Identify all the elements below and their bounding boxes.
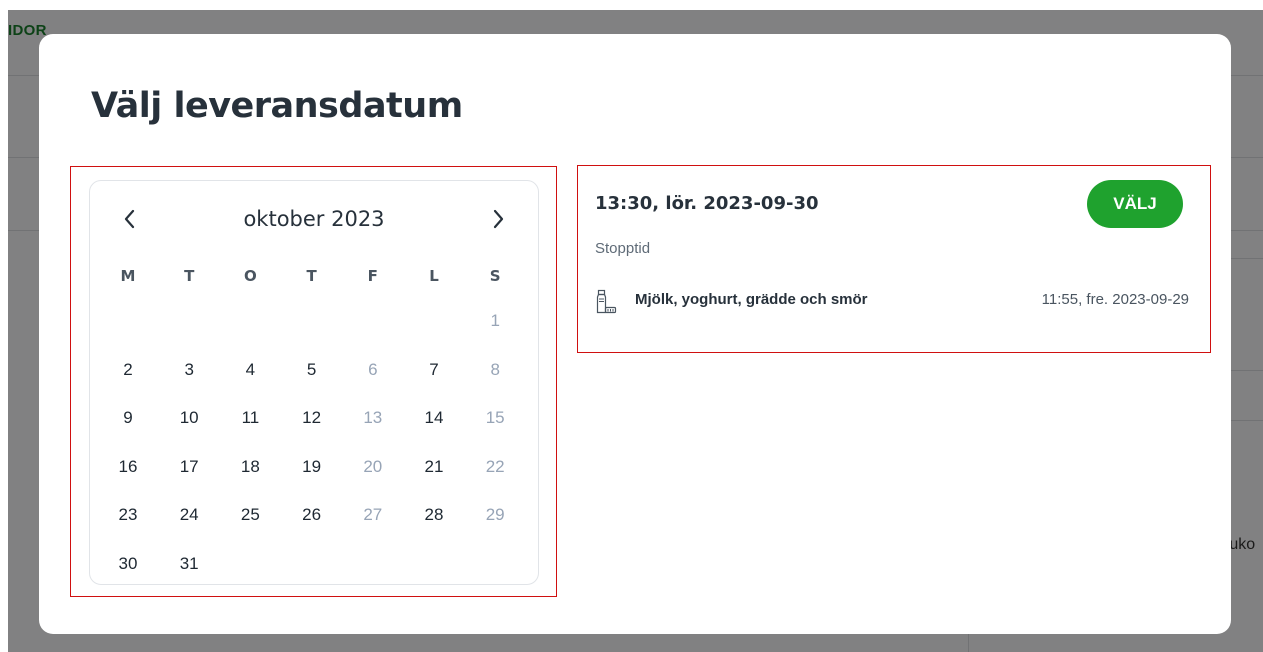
weekday-header: L	[429, 267, 439, 285]
stop-time-row: Mjölk, yoghurt, grädde och smör 11:55, f…	[595, 286, 1189, 316]
calendar-day[interactable]: 26	[292, 500, 332, 530]
delivery-slot-title: 13:30, lör. 2023-09-30	[595, 193, 819, 214]
select-slot-button[interactable]: VÄLJ	[1087, 180, 1183, 228]
calendar-day: 27	[363, 505, 383, 524]
calendar-day[interactable]: 25	[230, 500, 270, 530]
calendar-day[interactable]: 30	[108, 549, 148, 579]
calendar-day[interactable]: 16	[108, 452, 148, 482]
calendar-day[interactable]: 4	[230, 355, 270, 385]
calendar: oktober 2023 M T O T F L S 1 2 3 4 5 6 7 8 9 10 11 12 13 14 1…	[89, 180, 539, 585]
weekday-header: T	[184, 267, 195, 285]
calendar-day: 20	[363, 456, 383, 476]
dairy-carton-icon	[595, 289, 619, 315]
calendar-day[interactable]: 9	[108, 403, 148, 433]
calendar-day[interactable]: 24	[169, 500, 209, 530]
calendar-day[interactable]: 12	[292, 403, 332, 433]
calendar-day: 13	[363, 408, 383, 427]
calendar-day[interactable]: 19	[292, 452, 332, 482]
calendar-day: 6	[368, 359, 378, 379]
weekday-header: S	[489, 267, 501, 285]
product-category: Mjölk, yoghurt, grädde och smör	[635, 291, 868, 308]
weekday-header: O	[244, 267, 257, 285]
calendar-day: 15	[485, 408, 505, 427]
chevron-right-icon	[493, 209, 504, 229]
delivery-slot-card: 13:30, lör. 2023-09-30 VÄLJ Stopptid Mjö…	[579, 166, 1211, 352]
stop-time-value: 11:55, fre. 2023-09-29	[1041, 291, 1189, 308]
calendar-day: 29	[485, 505, 505, 524]
weekday-header: F	[367, 267, 378, 285]
calendar-day[interactable]: 11	[230, 403, 270, 433]
calendar-month-label: oktober 2023	[243, 207, 385, 231]
calendar-day[interactable]: 2	[108, 355, 148, 385]
calendar-day[interactable]: 21	[414, 452, 454, 482]
calendar-day[interactable]: 10	[169, 403, 209, 433]
calendar-day[interactable]: 18	[230, 452, 270, 482]
calendar-day[interactable]: 7	[414, 355, 454, 385]
calendar-day[interactable]: 17	[169, 452, 209, 482]
stop-time-label: Stopptid	[595, 240, 651, 257]
weekday-header: M	[120, 267, 136, 285]
calendar-day[interactable]: 5	[292, 355, 332, 385]
weekday-header: T	[306, 267, 317, 285]
calendar-day: 1	[490, 311, 500, 330]
calendar-day[interactable]: 28	[414, 500, 454, 530]
calendar-day: 22	[485, 456, 505, 476]
calendar-day: 8	[490, 359, 500, 379]
modal-title: Välj leveransdatum	[91, 86, 463, 126]
next-month-button[interactable]	[485, 205, 513, 233]
calendar-day[interactable]: 31	[169, 549, 209, 579]
calendar-day[interactable]: 23	[108, 500, 148, 530]
delivery-date-modal: Välj leveransdatum oktober 2023 M T O T F L S 1…	[39, 34, 1231, 634]
calendar-day[interactable]: 14	[414, 403, 454, 433]
calendar-day[interactable]: 3	[169, 355, 209, 385]
